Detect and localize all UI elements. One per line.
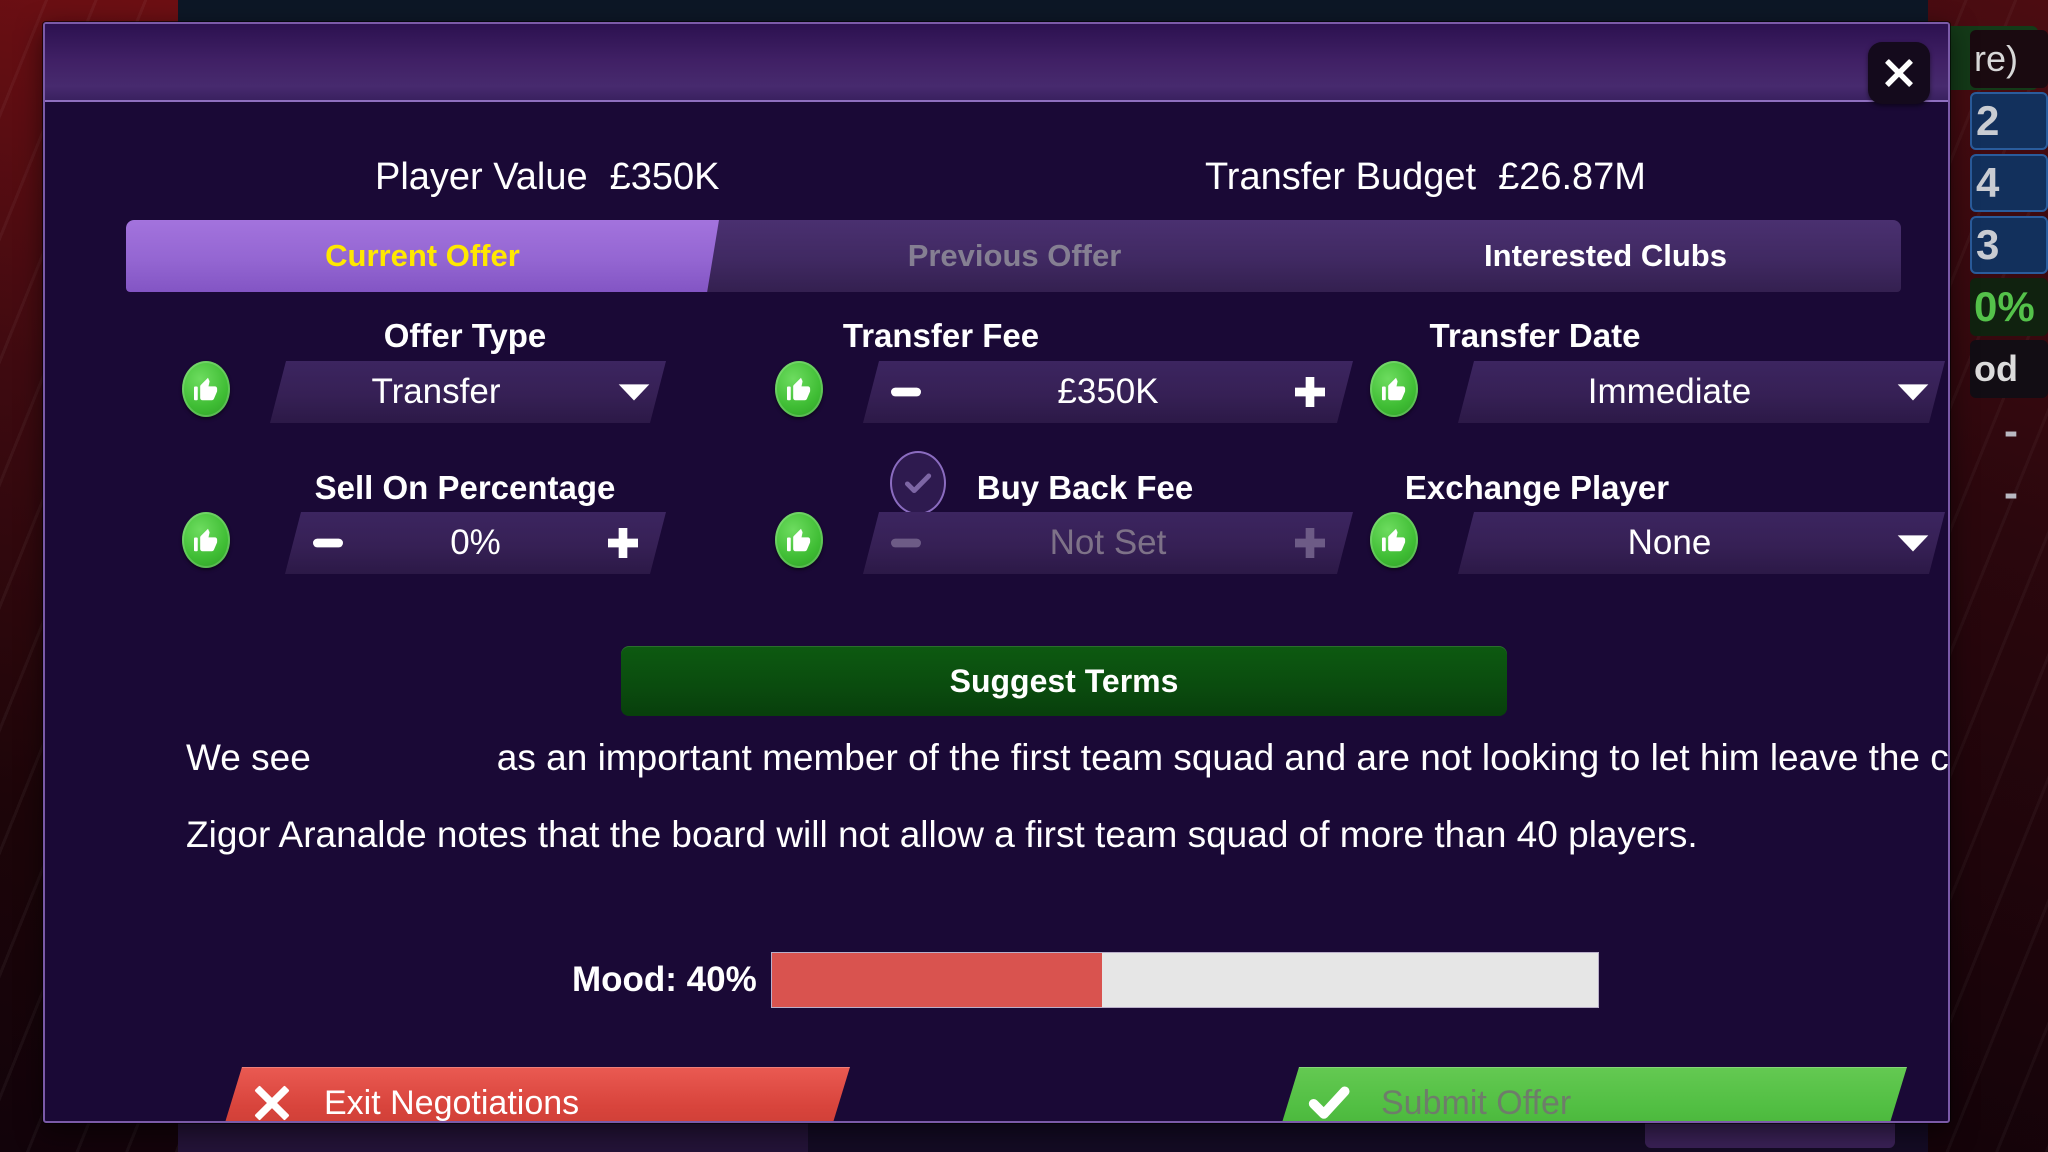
transfer-date-label: Transfer Date [1429, 317, 1641, 354]
exit-negotiations-button[interactable]: Exit Negotiations [220, 1067, 850, 1123]
buy-back-fee-stepper: Not Set [863, 512, 1353, 574]
chevron-down-icon [1881, 532, 1945, 554]
negotiation-message-line-1: We see as an important member of the firs… [186, 737, 1950, 779]
transfer-negotiation-dialog: Player Value £350K Transfer Budget £26.8… [43, 22, 1950, 1123]
transfer-fee-label: Transfer Fee [842, 317, 1040, 354]
background-stat-chip: 3 [1970, 216, 2048, 274]
background-stat-chip: od [1970, 340, 2048, 398]
chevron-down-icon [1881, 381, 1945, 403]
tab-interested-clubs[interactable]: Interested Clubs [1310, 220, 1901, 292]
mood-progress-fill [771, 953, 1103, 1007]
offer-type-dropdown[interactable]: Transfer [270, 361, 666, 423]
transfer-fee-value: £350K [1057, 372, 1159, 411]
offer-tabs: Current Offer Previous Offer Interested … [126, 220, 1901, 292]
exit-negotiations-label: Exit Negotiations [324, 1083, 580, 1122]
sell-on-percentage-value: 0% [450, 523, 501, 562]
suggest-terms-button[interactable]: Suggest Terms [621, 646, 1507, 716]
offer-type-thumbs-up-icon[interactable] [182, 361, 230, 417]
transfer-fee-thumbs-up-icon[interactable] [775, 361, 823, 417]
submit-offer-button[interactable]: Submit Offer [1277, 1067, 1907, 1123]
check-icon [1277, 1081, 1381, 1123]
player-value-label: Player Value [375, 156, 588, 198]
sell-on-percentage-minus-icon[interactable] [285, 523, 371, 563]
chevron-down-icon [602, 381, 666, 403]
message-line1-before: We see [186, 737, 311, 778]
player-value-group: Player Value £350K [375, 156, 720, 199]
exchange-player-dropdown[interactable]: None [1458, 512, 1945, 574]
exchange-player-label: Exchange Player [1404, 469, 1670, 506]
offer-type-value: Transfer [371, 372, 501, 411]
transfer-fee-plus-icon[interactable] [1267, 372, 1353, 412]
background-stat-chip: - [2004, 469, 2018, 516]
buy-back-fee-value: Not Set [1049, 523, 1167, 562]
transfer-fee-minus-icon[interactable] [863, 372, 949, 412]
message-line1-after: as an important member of the first team… [496, 737, 1950, 778]
transfer-fee-stepper[interactable]: £350K [863, 361, 1353, 423]
sell-on-percentage-thumbs-up-icon[interactable] [182, 512, 230, 568]
buy-back-fee-checkbox[interactable] [890, 451, 946, 515]
dialog-header [45, 24, 1948, 102]
background-stat-chip: - [2004, 407, 2018, 454]
background-stat-chip: 2 [1970, 92, 2048, 150]
close-icon[interactable] [1868, 42, 1930, 104]
background-stat-chip: 4 [1970, 154, 2048, 212]
offer-type-label: Offer Type [383, 317, 547, 354]
transfer-budget-group: Transfer Budget £26.87M [1205, 156, 1646, 199]
tab-previous-offer[interactable]: Previous Offer [719, 220, 1310, 292]
sell-on-percentage-label: Sell On Percentage [314, 469, 616, 506]
mood-progress-bar [770, 952, 1599, 1008]
background-stats-column: re) 2 4 3 0% od - - [1970, 26, 2048, 1152]
tab-current-offer[interactable]: Current Offer [126, 220, 719, 292]
transfer-date-thumbs-up-icon[interactable] [1370, 361, 1418, 417]
exchange-player-thumbs-up-icon[interactable] [1370, 512, 1418, 568]
sell-on-percentage-stepper[interactable]: 0% [285, 512, 666, 574]
negotiation-message-line-2: Zigor Aranalde notes that the board will… [186, 814, 1698, 855]
game-screen: re) 2 4 3 0% od - - Player Value £350K T… [0, 0, 2048, 1152]
buy-back-fee-plus-icon [1267, 523, 1353, 563]
transfer-date-value: Immediate [1587, 372, 1752, 411]
sell-on-percentage-plus-icon[interactable] [580, 523, 666, 563]
transfer-date-dropdown[interactable]: Immediate [1458, 361, 1945, 423]
background-stat-chip: 0% [1970, 278, 2048, 336]
transfer-budget: £26.87M [1498, 156, 1646, 198]
exchange-player-thumbs-up-icon-left[interactable] [775, 512, 823, 568]
mood-row: Mood: 40% [572, 952, 1599, 1008]
background-stat-chip: re) [1970, 30, 2048, 88]
buy-back-fee-minus-icon [863, 523, 949, 563]
submit-offer-label: Submit Offer [1381, 1083, 1572, 1122]
exchange-player-value: None [1627, 523, 1712, 562]
mood-label: Mood: 40% [572, 960, 757, 999]
transfer-budget-label: Transfer Budget [1205, 156, 1477, 198]
cross-icon [220, 1081, 324, 1123]
player-value: £350K [609, 156, 720, 198]
